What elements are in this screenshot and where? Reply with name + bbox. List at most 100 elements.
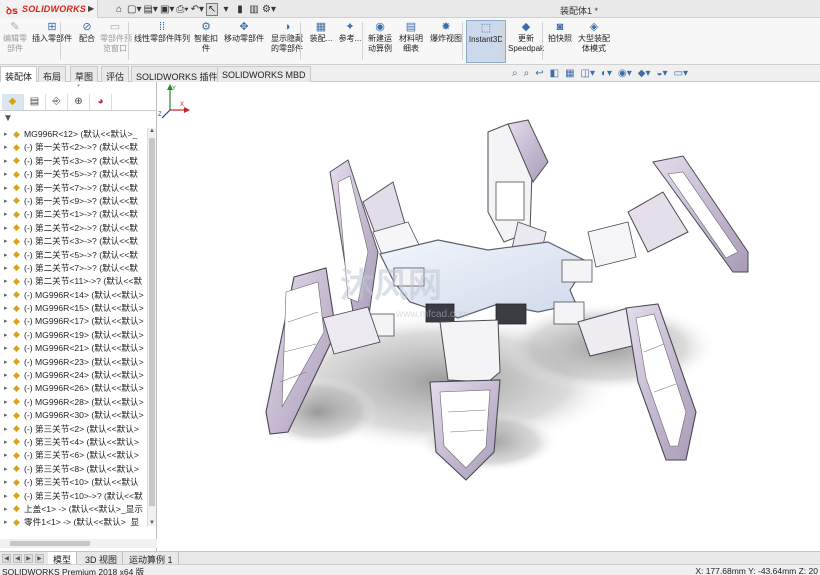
dynamic-annotation-icon[interactable]: ▦	[565, 68, 574, 80]
expand-arrow-icon[interactable]: ▸	[4, 277, 13, 285]
model-tab[interactable]: 运动算例 1	[124, 552, 179, 565]
tree-item[interactable]: ▸ ◆ (-) 第一关节<7>->? (默认<<默	[0, 182, 147, 195]
file-properties-icon[interactable]: ▥	[248, 4, 260, 15]
tree-item[interactable]: ▸ ◆ (-) 第二关节<2>->? (默认<<默	[0, 222, 147, 235]
next-tab-icon[interactable]: ▶	[24, 554, 33, 563]
feature-manager-tab-icon[interactable]: ◆	[2, 94, 24, 110]
tree-item[interactable]: ▸ ◆ (-) 第二关节<7>->? (默认<<默	[0, 262, 147, 275]
tree-item[interactable]: ▸ ◆ 上盖<1> -> (默认<<默认>_显示	[0, 503, 147, 516]
expand-arrow-icon[interactable]: ▸	[4, 304, 13, 312]
expand-arrow-icon[interactable]: ▸	[4, 358, 13, 366]
dimxpert-tab-icon[interactable]: ⊕	[68, 94, 90, 110]
tree-item[interactable]: ▸ ◆ (-) MG996R<21> (默认<<默认>	[0, 342, 147, 355]
tree-item[interactable]: ▸ ◆ 零件1<1> -> (默认<<默认>_显	[0, 516, 147, 526]
tree-item[interactable]: ▸ ◆ (-) 第一关节<5>->? (默认<<默	[0, 168, 147, 181]
rebuild-icon[interactable]: ▾	[220, 4, 232, 15]
expand-arrow-icon[interactable]: ▸	[4, 425, 13, 433]
apply-scene-icon[interactable]: ◒▾	[657, 68, 668, 80]
ribbon-button[interactable]: ◉ 新建运 动算例	[366, 20, 394, 63]
expand-arrow-icon[interactable]: ▸	[4, 224, 13, 232]
solidworks-menu[interactable]: ꝺs SOLIDWORKS ▶	[0, 0, 98, 18]
ribbon-button[interactable]: ✸ 爆炸视图	[428, 20, 464, 63]
tree-item[interactable]: ▸ ◆ (-) MG996R<14> (默认<<默认>	[0, 289, 147, 302]
new-document-icon[interactable]: ▢▾	[127, 4, 141, 15]
edit-appearance-icon[interactable]: ◆▾	[638, 68, 651, 80]
expand-arrow-icon[interactable]: ▸	[4, 398, 13, 406]
expand-arrow-icon[interactable]: ▸	[4, 317, 13, 325]
expand-arrow-icon[interactable]: ▸	[4, 371, 13, 379]
tree-vertical-scrollbar[interactable]: ▲ ▼	[147, 128, 156, 526]
expand-arrow-icon[interactable]: ▸	[4, 492, 13, 500]
tree-item[interactable]: ▸ ◆ (-) 第一关节<3>->? (默认<<默	[0, 155, 147, 168]
expand-arrow-icon[interactable]: ▸	[4, 331, 13, 339]
tree-item[interactable]: ▸ ◆ (-) MG996R<26> (默认<<默认>	[0, 382, 147, 395]
expand-arrow-icon[interactable]: ▸	[4, 344, 13, 352]
save-icon[interactable]: ▣▾	[160, 4, 174, 15]
ribbon-button[interactable]: ▭ 零部件预 览窗口	[100, 20, 132, 63]
ribbon-button[interactable]: ⚙ 智能扣件	[193, 20, 219, 63]
open-icon[interactable]: ▤▾	[143, 4, 157, 15]
ribbon-button[interactable]: ▦ 装配...	[308, 20, 334, 63]
expand-arrow-icon[interactable]: ▸	[4, 210, 13, 218]
expand-arrow-icon[interactable]: ▸	[4, 237, 13, 245]
select-pointer-icon[interactable]: ↖	[206, 2, 219, 16]
ribbon-button[interactable]: ⁞⁞ 线性零部件阵列	[133, 20, 191, 63]
command-tab[interactable]: 草图	[70, 66, 99, 82]
menu-expand-icon[interactable]: ▶	[88, 4, 94, 13]
command-tab[interactable]: SOLIDWORKS 插件	[131, 66, 223, 82]
previous-view-icon[interactable]: ↩	[535, 68, 543, 80]
zoom-area-icon[interactable]: ⌕	[524, 68, 530, 80]
tree-item[interactable]: ▸ ◆ MG996R<12> (默认<<默认>_	[0, 128, 147, 141]
ribbon-button[interactable]: ⊘ 配合	[76, 20, 98, 63]
home-icon[interactable]: ⌂	[113, 4, 125, 15]
prev-tab-icon[interactable]: ◀	[13, 554, 22, 563]
filter-icon[interactable]: ▼	[3, 113, 13, 124]
ribbon-button[interactable]: ◈ 大型装配 体模式	[576, 20, 612, 63]
expand-arrow-icon[interactable]: ▸	[4, 451, 13, 459]
tree-item[interactable]: ▸ ◆ (-) 第二关节<5>->? (默认<<默	[0, 249, 147, 262]
first-tab-icon[interactable]: ◀	[2, 554, 11, 563]
tree-item[interactable]: ▸ ◆ (-) MG996R<24> (默认<<默认>	[0, 369, 147, 382]
hscrollbar-thumb[interactable]	[10, 541, 90, 546]
command-tab[interactable]: 装配体	[0, 66, 38, 83]
ribbon-button[interactable]: ⬚ Instant3D	[466, 20, 506, 63]
display-manager-tab-icon[interactable]: ◕	[90, 94, 112, 110]
expand-arrow-icon[interactable]: ▸	[4, 438, 13, 446]
expand-arrow-icon[interactable]: ▸	[4, 291, 13, 299]
display-style-icon[interactable]: ◐▾	[601, 68, 612, 80]
scroll-up-icon[interactable]: ▲	[149, 128, 155, 134]
panel-grip[interactable]: •	[0, 82, 157, 92]
leg-back-right[interactable]	[587, 155, 749, 273]
expand-arrow-icon[interactable]: ▸	[4, 251, 13, 259]
tree-item[interactable]: ▸ ◆ (-) 第三关节<6> (默认<<默认>	[0, 449, 147, 462]
scroll-down-icon[interactable]: ▼	[149, 520, 155, 526]
expand-arrow-icon[interactable]: ▸	[4, 130, 13, 138]
tree-item[interactable]: ▸ ◆ (-) 第三关节<2> (默认<<默认>	[0, 423, 147, 436]
ribbon-button[interactable]: ✦ 参考...	[336, 20, 364, 63]
tree-item[interactable]: ▸ ◆ (-) 第三关节<8> (默认<<默认>	[0, 463, 147, 476]
expand-arrow-icon[interactable]: ▸	[4, 478, 13, 486]
zoom-to-fit-icon[interactable]: ⌕	[512, 68, 518, 80]
ribbon-button[interactable]: ⊞ 插入零部件	[30, 20, 74, 63]
traffic-light-icon[interactable]: ▮	[234, 4, 246, 15]
expand-arrow-icon[interactable]: ▸	[4, 170, 13, 178]
tree-item[interactable]: ▸ ◆ (-) MG996R<23> (默认<<默认>	[0, 356, 147, 369]
tree-item[interactable]: ▸ ◆ (-) 第二关节<3>->? (默认<<默	[0, 235, 147, 248]
tree-item[interactable]: ▸ ◆ (-) 第三关节<10>->? (默认<<默	[0, 490, 147, 503]
print-icon[interactable]: ⎙▾	[176, 4, 188, 15]
expand-arrow-icon[interactable]: ▸	[4, 384, 13, 392]
ribbon-button[interactable]: ◆ 更新 Speedpak	[508, 20, 544, 63]
undo-icon[interactable]: ↶▾	[191, 4, 204, 15]
tree-item[interactable]: ▸ ◆ (-) 第二关节<11>->? (默认<<默	[0, 275, 147, 288]
section-view-icon[interactable]: ◧	[550, 68, 559, 80]
tree-item[interactable]: ▸ ◆ (-) MG996R<30> (默认<<默认>	[0, 409, 147, 422]
tree-item[interactable]: ▸ ◆ (-) MG996R<15> (默认<<默认>	[0, 302, 147, 315]
tree-item[interactable]: ▸ ◆ (-) 第一关节<2>->? (默认<<默	[0, 141, 147, 154]
expand-arrow-icon[interactable]: ▸	[4, 465, 13, 473]
command-tab[interactable]: 评估	[101, 66, 130, 82]
configuration-manager-tab-icon[interactable]: ⎆	[46, 94, 68, 110]
graphics-area[interactable]: 沐风网 www.mfcad.com Y X Z	[158, 82, 820, 551]
expand-arrow-icon[interactable]: ▸	[4, 264, 13, 272]
tree-item[interactable]: ▸ ◆ (-) MG996R<17> (默认<<默认>	[0, 315, 147, 328]
expand-arrow-icon[interactable]: ▸	[4, 411, 13, 419]
